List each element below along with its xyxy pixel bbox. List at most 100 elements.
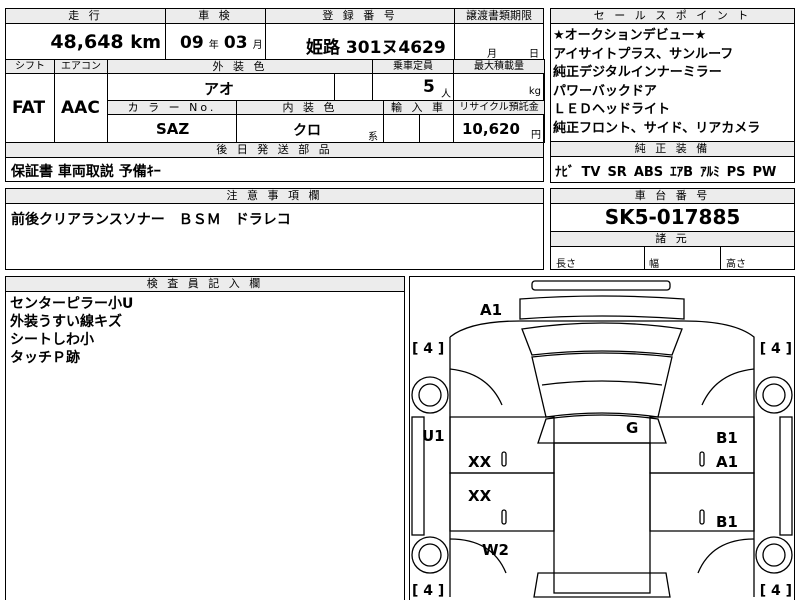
- damage-mark-right-front-door-a: A1: [716, 453, 739, 471]
- diagram-windshield: [521, 322, 683, 356]
- import-header: 輸 入 車: [383, 100, 454, 115]
- sales-points-header: セ ー ル ス ポ イ ン ト: [550, 8, 795, 24]
- inspection-year-unit: 年: [208, 40, 219, 51]
- diagram-left-handle-front: [501, 451, 507, 467]
- color-no-value: SAZ: [156, 120, 190, 138]
- transfer-deadline-box: 譲渡書類期限 月 日: [454, 8, 544, 60]
- ac-header: エアコン: [54, 59, 108, 74]
- equipment-item: PW: [752, 165, 777, 180]
- mileage-number: 48,648: [50, 31, 124, 53]
- dimensions-height: 高さ: [720, 246, 795, 270]
- mileage-value: 48,648 km: [50, 31, 161, 53]
- capacity-header: 乗車定員: [372, 59, 454, 74]
- transfer-day-unit: 日: [529, 49, 539, 60]
- inspection-year: 09: [180, 33, 204, 53]
- chassis-box: 車 台 番 号 SK5-017885: [550, 188, 795, 232]
- recycle-header: リサイクル預託金: [453, 100, 545, 115]
- sales-point-line: パワーバックドア: [553, 83, 657, 99]
- registration-box: 登 録 番 号 姫路 301ヌ4629: [265, 8, 455, 60]
- damage-mark-left-rear-door: XX: [468, 487, 492, 505]
- sales-point-line: 純正フロント、サイド、リアカメラ: [553, 120, 761, 136]
- inspection-month: 03: [223, 33, 248, 53]
- equipment-list: ﾅﾋﾞ TV SR ABS ｴｱB ｱﾙﾐ PS PW: [555, 161, 776, 180]
- inspection-header: 車 検: [165, 8, 266, 24]
- inspection-value: 09 年 03 月: [180, 33, 263, 53]
- damage-mark-front: A1: [480, 301, 503, 319]
- capacity-cell: 5 人: [372, 73, 454, 101]
- diagram-front-fender-left: [449, 368, 503, 406]
- registration-header: 登 録 番 号: [265, 8, 455, 24]
- diagram-tire-rear-left: [411, 536, 449, 574]
- inspector-list: センターピラー小U 外装うすい線キズ シートしわ小 タッチＰ跡: [10, 295, 133, 367]
- load-header: 最大積載量: [453, 59, 545, 74]
- car-diagram-box: [ 4 ] [ 4 ] [ 4 ] [ 4 ] A1 U1 G B1 A1 XX…: [409, 276, 795, 600]
- recycle-cell: 10,620 円: [453, 114, 545, 143]
- tire-label-rear-left: [ 4 ]: [412, 583, 445, 599]
- shift-value: FAT: [12, 98, 46, 118]
- chassis-value: SK5-017885: [604, 205, 741, 229]
- sales-point-line: ＬＥＤヘッドライト: [553, 102, 671, 117]
- diagram-tire-front-left: [411, 376, 449, 414]
- inspector-box: 検 査 員 記 入 欄 センターピラー小U 外装うすい線キズ シートしわ小 タッ…: [5, 276, 405, 600]
- exterior-color-cell: アオ: [107, 73, 335, 101]
- sales-point-line: ★オークションデビュー★: [553, 28, 707, 43]
- accessories-value: 保証書 車両取説 予備ｷｰ: [11, 164, 161, 180]
- inspection-month-unit: 月: [252, 40, 263, 51]
- diagram-tire-front-right: [755, 376, 793, 414]
- sales-point-line: アイサイトプラス、サンルーフ: [553, 46, 734, 62]
- sales-points-box: セ ー ル ス ポ イ ン ト ★オークションデビュー★ アイサイトプラス、サン…: [550, 8, 795, 142]
- equipment-item: ｴｱB: [670, 165, 694, 180]
- ac-cell: AAC: [54, 73, 108, 143]
- import-cell-right: [419, 114, 454, 143]
- damage-mark-right-rear-door: B1: [716, 513, 738, 531]
- tire-label-front-left: [ 4 ]: [412, 341, 445, 357]
- damage-mark-left-front-door: XX: [468, 453, 492, 471]
- diagram-right-handle-front: [699, 451, 705, 467]
- equipment-item: PS: [726, 165, 746, 180]
- mileage-header: 走 行: [5, 8, 166, 24]
- diagram-right-front-door: [649, 416, 755, 474]
- exterior-color-header: 外 装 色: [107, 59, 373, 74]
- diagram-tire-front-left-inner: [418, 383, 442, 407]
- damage-mark-rear-glass: G: [626, 419, 639, 437]
- sales-points-list: ★オークションデビュー★ アイサイトプラス、サンルーフ 純正デジタルインナーミラ…: [553, 27, 760, 138]
- equipment-item: SR: [607, 165, 627, 180]
- inspector-line: センターピラー小U: [10, 296, 134, 312]
- load-unit: kg: [528, 86, 541, 97]
- dimensions-length: 長さ: [550, 246, 645, 270]
- equipment-header: 純 正 装 備: [550, 141, 795, 157]
- diagram-roof: [531, 352, 673, 418]
- registration-value: 姫路 301ヌ4629: [306, 38, 446, 58]
- capacity-unit: 人: [441, 89, 451, 100]
- exterior-color-value: アオ: [204, 80, 235, 98]
- notes-header: 注 意 事 項 欄: [5, 188, 544, 204]
- diagram-front-fender-right: [701, 368, 755, 406]
- inspector-line: 外装うすい線キズ: [10, 314, 122, 330]
- load-cell: kg: [453, 73, 545, 101]
- damage-mark-left-rear-fender: W2: [482, 541, 509, 559]
- diagram-hood: [519, 295, 685, 320]
- mileage-box: 走 行 48,648 km: [5, 8, 166, 60]
- vehicle-spec-grid: シフト FAT エアコン AAC 外 装 色 アオ 乗車定員 5 人 最大積載量…: [5, 59, 545, 143]
- inspection-box: 車 検 09 年 03 月: [165, 8, 266, 60]
- equipment-box: 純 正 装 備 ﾅﾋﾞ TV SR ABS ｴｱB ｱﾙﾐ PS PW: [550, 141, 795, 183]
- capacity-value: 5: [423, 77, 435, 97]
- notes-box: 注 意 事 項 欄 前後クリアランスソナー ＢＳＭ ドラレコ: [5, 188, 544, 270]
- equipment-item: ABS: [633, 165, 664, 180]
- recycle-value: 10,620: [462, 120, 520, 138]
- recycle-unit: 円: [531, 130, 541, 141]
- interior-color-cell: クロ 系: [236, 114, 384, 143]
- dimensions-box: 諸 元 長さ 幅 高さ: [550, 231, 795, 270]
- diagram-right-handle-rear: [699, 509, 705, 525]
- diagram-roof-line: [541, 380, 663, 386]
- inspector-line: タッチＰ跡: [10, 350, 80, 366]
- dimensions-width-label: 幅: [649, 259, 659, 270]
- diagram-tire-rear-left-inner: [418, 543, 442, 567]
- diagram-rear-fender-right: [697, 538, 755, 574]
- diagram-tire-rear-right-inner: [762, 543, 786, 567]
- transfer-deadline-header: 譲渡書類期限: [454, 8, 544, 24]
- dimensions-height-label: 高さ: [726, 259, 746, 270]
- dimensions-length-label: 長さ: [556, 259, 576, 270]
- equipment-item: TV: [581, 165, 601, 180]
- diagram-front-bumper: [531, 280, 671, 291]
